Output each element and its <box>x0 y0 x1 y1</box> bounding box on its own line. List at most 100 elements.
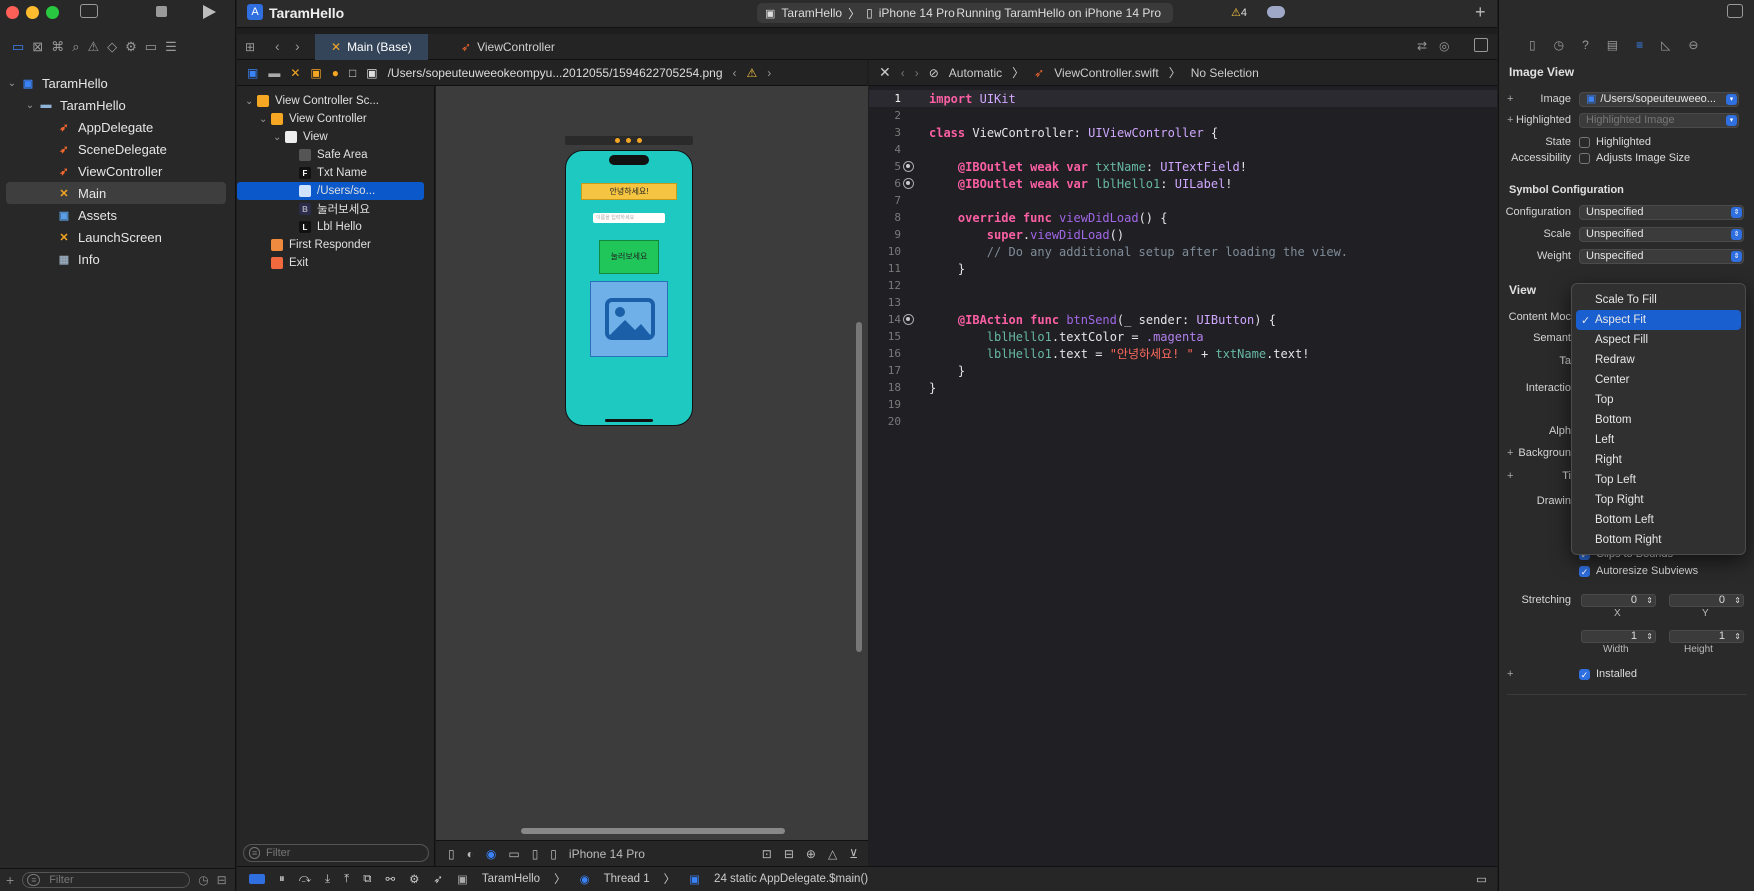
content-mode-option[interactable]: Left <box>1576 430 1741 450</box>
scheme-device[interactable]: iPhone 14 Pro <box>879 6 955 20</box>
name-textfield[interactable]: 이름을 입력하세요 <box>593 213 665 223</box>
folder-icon[interactable]: ▬ <box>268 66 280 80</box>
view-hierarchy-icon[interactable]: ⧉ <box>363 873 371 886</box>
vertical-scrollbar[interactable] <box>856 322 862 652</box>
navigator-item[interactable]: ➶ ViewController <box>0 160 236 182</box>
outline-item[interactable]: B 눌러보세요 <box>237 200 434 218</box>
installed-checkbox[interactable]: ✓ <box>1579 668 1590 680</box>
line-number[interactable]: 10 <box>869 245 911 258</box>
content-mode-option[interactable]: Top Left <box>1576 470 1741 490</box>
pause-icon[interactable]: ⏸ <box>279 873 285 886</box>
content-mode-option[interactable]: Top <box>1576 390 1741 410</box>
add-tab-icon[interactable]: + <box>1475 2 1486 23</box>
back-icon[interactable]: ‹ <box>275 38 280 54</box>
scheme-target[interactable]: TaramHello <box>781 6 842 20</box>
back-icon[interactable]: ‹ <box>901 66 905 80</box>
hello-label[interactable]: 안녕하세요! <box>581 183 677 200</box>
content-mode-option[interactable]: Top Right <box>1576 490 1741 510</box>
debug-target[interactable]: TaramHello <box>482 873 540 885</box>
size-inspector-icon[interactable]: ◺ <box>1661 38 1670 52</box>
embed-icon[interactable]: ⊻ <box>849 847 858 861</box>
stretch-height-field[interactable]: 1 ⇕ <box>1669 629 1744 643</box>
line-number[interactable]: 3 <box>869 126 911 139</box>
line-number[interactable]: 2 <box>869 109 911 122</box>
line-number[interactable]: 20 <box>869 415 911 428</box>
navigator-item[interactable]: ➶ AppDelegate <box>0 116 236 138</box>
outline-item[interactable]: /Users/so... <box>237 182 424 200</box>
code-line[interactable]: 3 class ViewController: UIViewController … <box>869 124 1497 141</box>
prev-issue-icon[interactable]: ‹ <box>733 66 737 80</box>
line-number[interactable]: 18 <box>869 381 911 394</box>
stretch-y-field[interactable]: 0 ⇕ <box>1669 593 1744 607</box>
code-line[interactable]: 9 super.viewDidLoad() <box>869 226 1497 243</box>
project-icon[interactable]: ▣ <box>247 66 258 80</box>
debug-nav-icon[interactable]: ⚙ <box>125 39 137 55</box>
first-responder-dock-icon[interactable] <box>626 138 631 143</box>
code-line[interactable]: 7 <box>869 192 1497 209</box>
storyboard-icon[interactable]: ✕ <box>290 66 300 80</box>
code-line[interactable]: 8 override func viewDidLoad() { <box>869 209 1497 226</box>
orientation-icon[interactable]: ▭ <box>508 847 519 861</box>
forward-icon[interactable]: › <box>915 66 919 80</box>
debug-thread[interactable]: Thread 1 <box>604 873 650 885</box>
code-line[interactable]: 1 import UIKit <box>869 90 1497 107</box>
outline-item[interactable]: ⌄ View Controller Sc... <box>237 92 434 110</box>
content-mode-option[interactable]: ✓ Aspect Fit <box>1576 310 1741 330</box>
connection-dot-icon[interactable] <box>903 175 929 192</box>
jump-path[interactable]: /Users/sopeuteuweeokeompyu...2012055/159… <box>388 66 723 80</box>
code-line[interactable]: 16 lblHello1.text = "안녕하세요! " + txtName.… <box>869 345 1497 362</box>
image-popup[interactable]: ▣/Users/sopeuteuweeo... ▾ <box>1579 91 1739 107</box>
breakpoints-toggle-icon[interactable] <box>249 874 265 884</box>
line-number[interactable]: 19 <box>869 398 911 411</box>
image-view[interactable] <box>590 281 668 357</box>
appearance-icon[interactable]: ◐ <box>467 847 474 861</box>
inspector-toggle-icon[interactable] <box>1727 4 1743 18</box>
line-number[interactable]: 1 <box>869 92 911 105</box>
scale-popup[interactable]: Unspecified ⇕ <box>1579 226 1744 242</box>
navigator-filter-input[interactable]: ≡ Filter <box>22 872 191 888</box>
run-icon[interactable] <box>203 5 216 19</box>
device-icon[interactable]: ▯ <box>550 847 557 861</box>
code-line[interactable]: 10 // Do any additional setup after load… <box>869 243 1497 260</box>
layout-icon[interactable]: ▯ <box>532 847 539 861</box>
outline-item[interactable]: First Responder <box>237 236 434 254</box>
connection-dot-icon[interactable] <box>903 311 929 328</box>
line-number[interactable]: 11 <box>869 262 911 275</box>
forward-icon[interactable]: › <box>295 38 300 54</box>
outline-item[interactable]: F Txt Name <box>237 164 434 182</box>
test-nav-icon[interactable]: ◇ <box>107 39 117 55</box>
split-editor-icon[interactable] <box>1474 38 1488 52</box>
view-icon[interactable]: □ <box>349 66 356 80</box>
weight-popup[interactable]: Unspecified ⇕ <box>1579 248 1744 264</box>
stop-icon[interactable] <box>156 6 167 17</box>
code-line[interactable]: 14 @IBAction func btnSend(_ sender: UIBu… <box>869 311 1497 328</box>
outline-item[interactable]: ⌄ View <box>237 128 434 146</box>
outline-toggle-icon[interactable]: ▯ <box>448 847 455 861</box>
add-icon[interactable]: + <box>6 872 14 888</box>
content-mode-option[interactable]: Center <box>1576 370 1741 390</box>
editor-file[interactable]: ViewController.swift <box>1054 66 1158 80</box>
device-name[interactable]: iPhone 14 Pro <box>569 847 645 861</box>
console-toggle-icon[interactable]: ▭ <box>1476 872 1487 886</box>
editor-mode[interactable]: Automatic <box>949 66 1002 80</box>
add-variation-icon[interactable]: + <box>1507 93 1513 105</box>
outline-item[interactable]: Safe Area <box>237 146 434 164</box>
scene-dock[interactable] <box>565 136 693 145</box>
configuration-popup[interactable]: Unspecified ⇕ <box>1579 204 1744 220</box>
connection-dot-icon[interactable] <box>903 158 929 175</box>
chevron-down-icon[interactable]: ⌄ <box>24 100 36 111</box>
line-number[interactable]: 12 <box>869 279 911 292</box>
code-line[interactable]: 11 } <box>869 260 1497 277</box>
outline-item[interactable]: Exit <box>237 254 434 272</box>
scheme-selector[interactable]: ▣ TaramHello 〉 ▯ iPhone 14 Pro Running T… <box>757 3 1173 23</box>
location-icon[interactable]: ➶ <box>433 872 443 886</box>
identity-inspector-icon[interactable]: ▤ <box>1607 38 1618 52</box>
step-in-icon[interactable]: ⤓ <box>325 873 330 886</box>
close-editor-icon[interactable]: ✕ <box>879 64 891 81</box>
grid-icon[interactable]: ⊞ <box>245 40 255 54</box>
adjusts-image-size-checkbox[interactable] <box>1579 152 1590 164</box>
assistant-icon[interactable]: ◎ <box>1439 39 1449 53</box>
minimize-window-button[interactable] <box>26 6 39 19</box>
autoresize-subviews-checkbox[interactable]: ✓ <box>1579 565 1590 577</box>
outline-filter-input[interactable]: ≡ Filter <box>243 844 429 862</box>
